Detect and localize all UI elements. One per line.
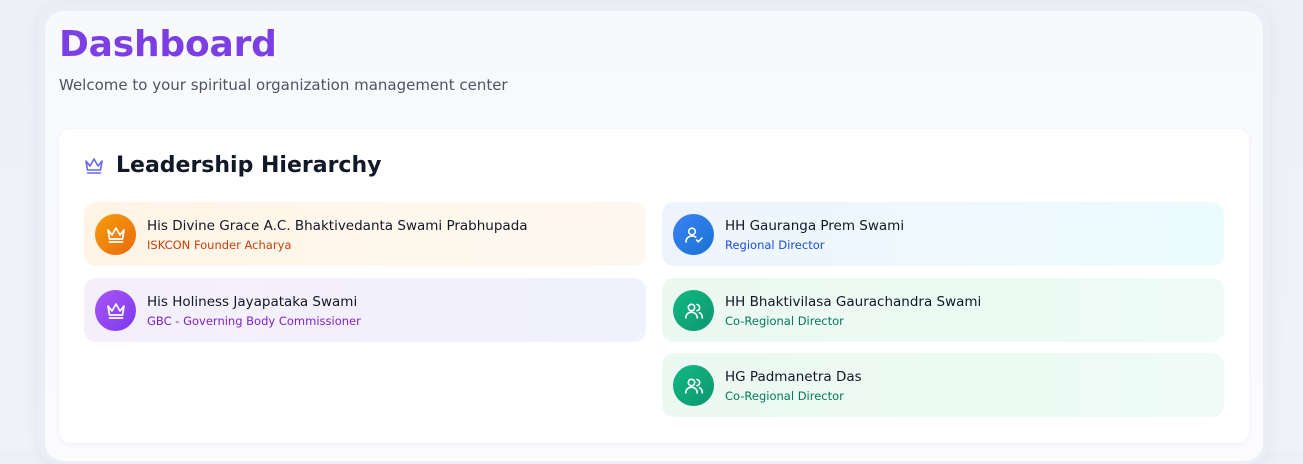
- leader-card-jayapataka[interactable]: His Holiness Jayapataka Swami GBC - Gove…: [84, 278, 646, 342]
- leader-name: HH Bhaktivilasa Gaurachandra Swami: [725, 294, 982, 310]
- users-icon: [673, 290, 714, 331]
- crown-icon: [84, 157, 104, 175]
- leader-name: His Divine Grace A.C. Bhaktivedanta Swam…: [147, 218, 528, 234]
- leader-name: HH Gauranga Prem Swami: [725, 218, 905, 234]
- page-subtitle: Welcome to your spiritual organization m…: [59, 76, 508, 94]
- crown-icon: [95, 214, 136, 255]
- leader-role: Co-Regional Director: [725, 389, 844, 403]
- leader-name: His Holiness Jayapataka Swami: [147, 294, 358, 310]
- leader-card-prabhupada[interactable]: His Divine Grace A.C. Bhaktivedanta Swam…: [84, 202, 646, 266]
- leader-card-bhaktivilasa[interactable]: HH Bhaktivilasa Gaurachandra Swami Co-Re…: [662, 278, 1224, 342]
- users-icon: [673, 365, 714, 406]
- leader-role: GBC - Governing Body Commissioner: [147, 314, 361, 328]
- leadership-hierarchy-title: Leadership Hierarchy: [116, 153, 382, 178]
- user-check-icon: [673, 214, 714, 255]
- page-title: Dashboard: [59, 24, 277, 65]
- leader-card-gauranga[interactable]: HH Gauranga Prem Swami Regional Director: [662, 202, 1224, 266]
- leader-card-padmanetra[interactable]: HG Padmanetra Das Co-Regional Director: [662, 353, 1224, 417]
- leader-role: Regional Director: [725, 238, 825, 252]
- crown-icon: [95, 290, 136, 331]
- leader-role: Co-Regional Director: [725, 314, 844, 328]
- leader-name: HG Padmanetra Das: [725, 369, 862, 385]
- leader-role: ISKCON Founder Acharya: [147, 238, 292, 252]
